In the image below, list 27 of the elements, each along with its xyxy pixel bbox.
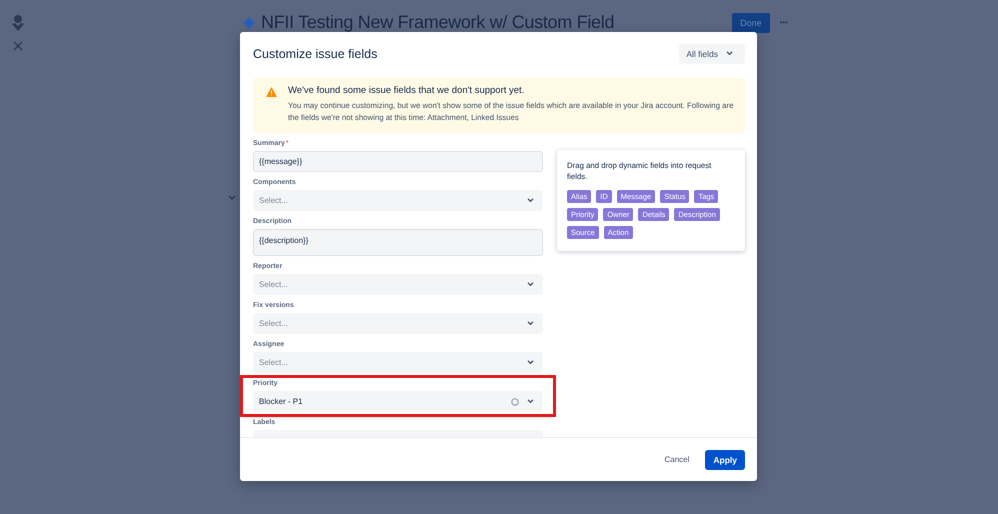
warning-title: We've found some issue fields that we don't support yet.	[288, 85, 526, 96]
chevron-icon	[527, 360, 534, 365]
chevron-icon	[726, 51, 733, 56]
dialog-title: Customize issue fields	[253, 46, 378, 60]
chevron-icon	[228, 195, 236, 201]
text-field[interactable]: {{message}}	[253, 151, 543, 172]
select-field[interactable]: Blocker - P1	[253, 391, 543, 412]
chevron-icon	[527, 321, 534, 326]
diamond-icon	[243, 16, 255, 28]
chevron-icon	[527, 282, 534, 287]
warning-icon	[266, 87, 277, 97]
chevron-icon	[527, 198, 534, 203]
select-field[interactable]: Select...	[253, 352, 543, 373]
clear-icon[interactable]	[511, 398, 519, 406]
cancel-button[interactable]: Cancel	[658, 454, 696, 465]
select-field[interactable]: Select...	[253, 190, 543, 211]
more-button[interactable]: •••	[780, 18, 788, 27]
all-fields-dropdown[interactable]: All fields	[679, 44, 745, 64]
apply-button[interactable]: Apply	[705, 450, 745, 470]
chevron-icon	[527, 399, 534, 404]
select-field[interactable]: Select...	[253, 274, 543, 295]
page-title: NFII Testing New Framework w/ Custom Field	[261, 12, 614, 33]
done-button[interactable]: Done	[732, 12, 770, 32]
close-icon[interactable]	[13, 41, 23, 51]
text-area[interactable]: {{description}}	[253, 229, 543, 256]
select-field[interactable]: Select...	[253, 313, 543, 334]
user-icon	[11, 14, 25, 32]
